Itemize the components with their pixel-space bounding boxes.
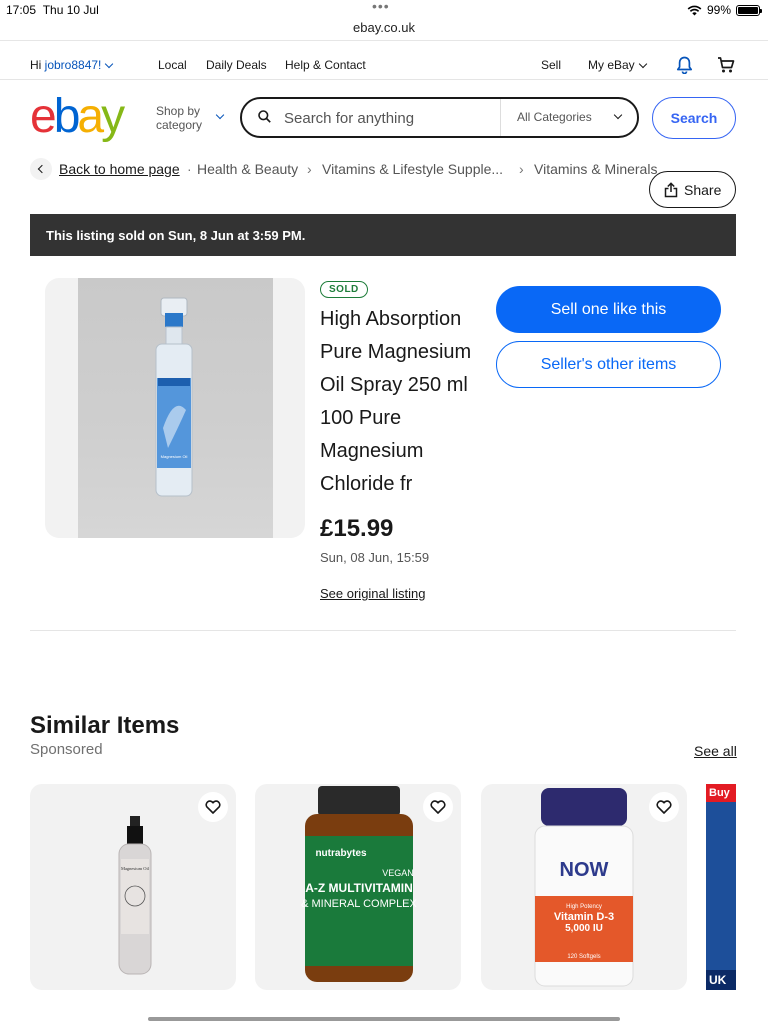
breadcrumb-home-link[interactable]: Back to home page (59, 161, 180, 177)
search-bar: All Categories (240, 97, 639, 138)
sold-badge: SOLD (320, 281, 368, 298)
svg-text:High Potency: High Potency (566, 904, 602, 910)
address-bar[interactable]: ebay.co.uk (0, 18, 768, 40)
chevron-left-icon[interactable] (30, 158, 52, 180)
breadcrumb-vitamins-minerals[interactable]: Vitamins & Minerals (534, 161, 657, 177)
nav-link-help-contact[interactable]: Help & Contact (285, 58, 366, 72)
username-link[interactable]: jobro8847! (45, 58, 102, 72)
svg-text:VEGAN: VEGAN (382, 868, 414, 878)
similar-item-card[interactable]: nutrabytes VEGAN A-Z MULTIVITAMIN & MINE… (255, 784, 461, 990)
ebay-logo[interactable]: ebay (30, 92, 125, 142)
sellers-other-items-button[interactable]: Seller's other items (496, 341, 721, 388)
similar-item-card-partial[interactable]: Buy UK (706, 784, 736, 990)
breadcrumb-health-beauty[interactable]: Health & Beauty (197, 161, 298, 177)
bell-icon[interactable] (676, 56, 693, 74)
sponsored-label: Sponsored (30, 741, 103, 758)
top-nav: Hi jobro8847! Local Daily Deals Help & C… (0, 50, 768, 80)
chevron-down-icon (105, 59, 114, 69)
chevron-right-icon: › (307, 161, 312, 177)
ios-status-bar: 17:05 Thu 10 Jul ••• 99% (0, 0, 768, 20)
my-ebay-menu[interactable]: My eBay (588, 58, 647, 72)
product-photo: Magnesium Oil (78, 278, 273, 538)
cart-icon[interactable] (717, 56, 735, 74)
greeting-menu[interactable]: Hi jobro8847! (30, 58, 114, 72)
see-original-listing-link[interactable]: See original listing (320, 586, 426, 601)
see-all-link[interactable]: See all (694, 743, 737, 759)
search-input[interactable] (284, 107, 494, 129)
search-button[interactable]: Search (652, 97, 736, 139)
heart-icon (205, 800, 221, 814)
breadcrumb-vitamins-lifestyle[interactable]: Vitamins & Lifestyle Supple... (322, 161, 503, 177)
heart-icon (430, 800, 446, 814)
nav-link-daily-deals[interactable]: Daily Deals (206, 58, 267, 72)
battery-percent: 99% (706, 3, 731, 17)
watch-heart-button[interactable] (423, 792, 453, 822)
battery-icon (736, 4, 762, 16)
similar-items-heading: Similar Items (30, 712, 180, 739)
chevron-down-icon[interactable] (613, 110, 623, 120)
similar-item-card[interactable]: NOW High Potency Vitamin D-3 5,000 IU 12… (481, 784, 687, 990)
svg-text:Vitamin D-3: Vitamin D-3 (554, 911, 614, 923)
watch-heart-button[interactable] (649, 792, 679, 822)
nav-link-sell[interactable]: Sell (541, 58, 561, 72)
uk-label: UK (706, 970, 736, 990)
status-time: 17:05 Thu 10 Jul (6, 3, 99, 17)
svg-text:120 Softgels: 120 Softgels (567, 954, 600, 960)
chevron-right-icon: › (519, 161, 524, 177)
similar-item-card[interactable]: Magnesium Oil (30, 784, 236, 990)
sold-status-banner: This listing sold on Sun, 8 Jun at 3:59 … (30, 214, 736, 256)
nav-link-local[interactable]: Local (158, 58, 187, 72)
breadcrumb: Back to home page · Health & Beauty › Vi… (30, 158, 736, 182)
site-header: ebay Shop by category All Categories Sea… (0, 90, 768, 150)
svg-text:nutrabytes: nutrabytes (315, 848, 367, 859)
wifi-icon (687, 5, 702, 15)
divider (500, 99, 501, 136)
chevron-down-icon (215, 110, 225, 120)
share-icon (664, 182, 678, 198)
buy-label: Buy (706, 784, 736, 802)
svg-text:5,000 IU: 5,000 IU (565, 923, 603, 934)
svg-text:& MINERAL COMPLEX: & MINERAL COMPLEX (301, 898, 417, 910)
heart-icon (656, 800, 672, 814)
sold-date: Sun, 08 Jun, 15:59 (320, 550, 430, 565)
svg-text:NOW: NOW (560, 859, 609, 881)
breadcrumb-separator: · (187, 161, 192, 177)
url-text[interactable]: ebay.co.uk (353, 20, 415, 35)
svg-text:Magnesium Oil: Magnesium Oil (161, 454, 188, 459)
svg-text:A-Z MULTIVITAMIN: A-Z MULTIVITAMIN (305, 881, 413, 895)
listing-price: £15.99 (320, 515, 394, 542)
search-icon (258, 110, 271, 123)
listing-image[interactable]: Magnesium Oil (45, 278, 305, 538)
share-button[interactable]: Share (649, 171, 736, 208)
divider (30, 630, 736, 631)
chevron-down-icon (638, 59, 647, 69)
watch-heart-button[interactable] (198, 792, 228, 822)
multitask-dots-icon[interactable]: ••• (372, 0, 390, 14)
category-select[interactable]: All Categories (517, 110, 592, 124)
listing-title: High Absorption Pure Magnesium Oil Spray… (320, 308, 472, 495)
svg-text:Magnesium Oil: Magnesium Oil (121, 866, 150, 871)
spray-bottle-image: Magnesium Oil (155, 297, 193, 497)
shop-by-category-button[interactable]: Shop by category (156, 104, 225, 132)
home-indicator (148, 1017, 620, 1021)
sell-one-like-this-button[interactable]: Sell one like this (496, 286, 721, 333)
status-right: 99% (687, 3, 762, 17)
divider (0, 40, 768, 41)
